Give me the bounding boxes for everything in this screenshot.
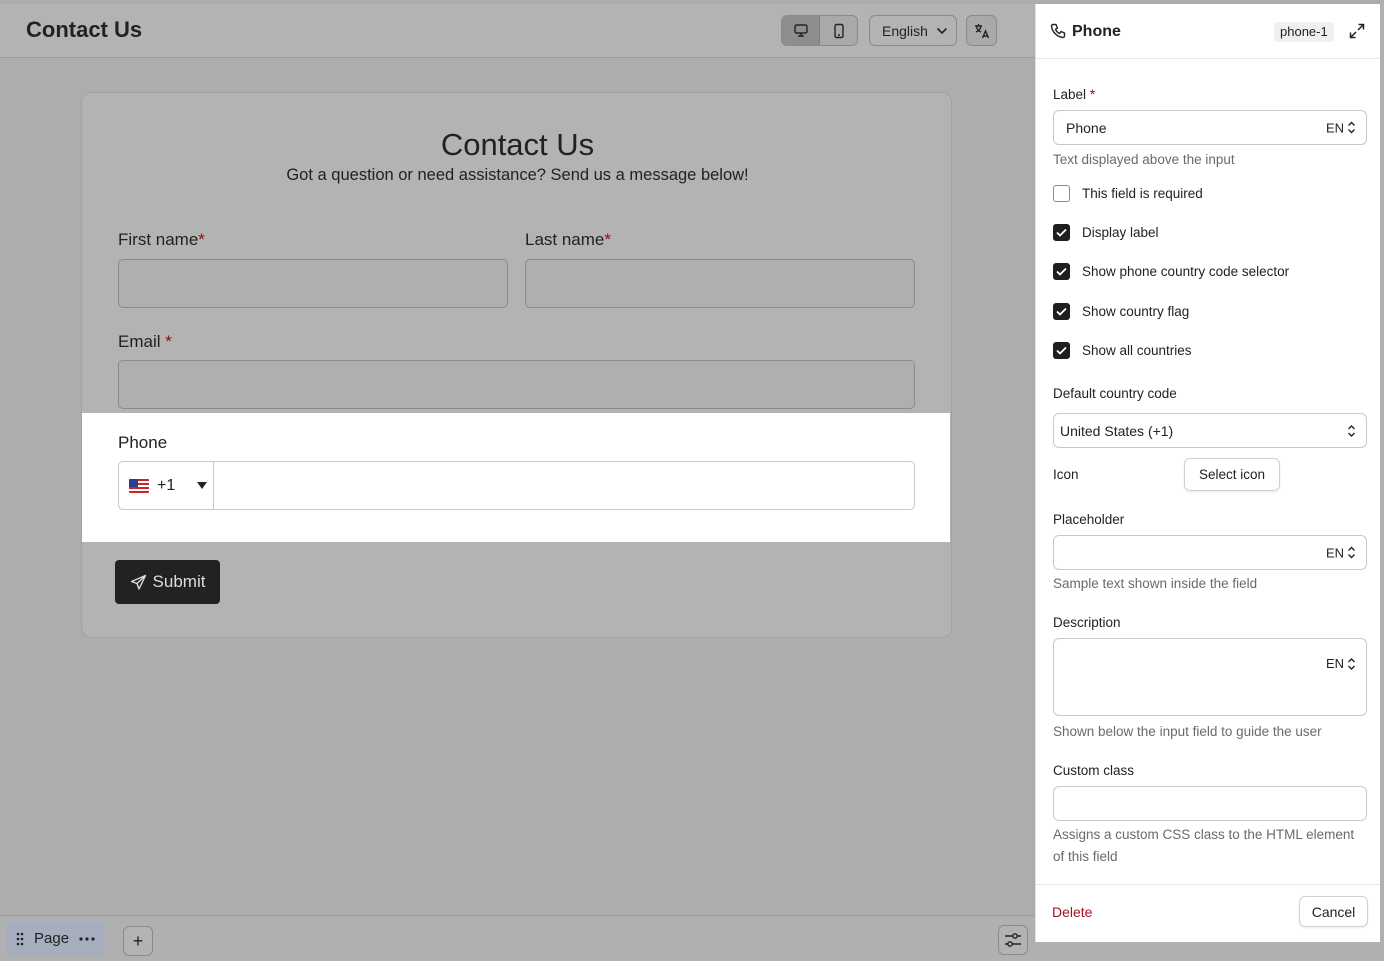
- form-title: Contact Us: [440, 127, 595, 162]
- select-arrows: [1347, 424, 1356, 438]
- sliders-icon: [1005, 933, 1021, 947]
- checkbox-all-countries[interactable]: [1053, 342, 1070, 359]
- custom-class-help-text: Assigns a custom CSS class to the HTML e…: [1053, 827, 1355, 864]
- chevron-down-icon: [936, 27, 947, 34]
- phone-input-group: +1: [118, 461, 915, 510]
- checkbox-country-code-label: Show phone country code selector: [1082, 264, 1290, 279]
- last-name-input[interactable]: [525, 259, 915, 308]
- submit-button-label: Submit: [152, 572, 206, 591]
- email-input[interactable]: [118, 360, 915, 409]
- description-help-text: Shown below the input field to guide the…: [1053, 724, 1322, 739]
- form-preview-card: Contact Us Got a question or need assist…: [81, 92, 952, 638]
- page-title: Contact Us: [26, 17, 143, 42]
- label-help-text: Text displayed above the input: [1053, 152, 1235, 167]
- language-select-value: English: [882, 22, 928, 39]
- plus-icon: +: [132, 930, 144, 951]
- editor-bottombar: Page +: [0, 915, 1035, 961]
- label-field-title: Label *: [1053, 87, 1096, 102]
- editor-canvas: Contact Us English Contact Us Got a ques…: [0, 0, 1035, 961]
- desktop-view-button[interactable]: [782, 16, 820, 45]
- panel-footer: Delete Cancel: [1036, 884, 1381, 942]
- checkbox-required-row[interactable]: This field is required: [1053, 185, 1203, 202]
- us-flag-icon: [129, 478, 149, 493]
- phone-icon: [1050, 23, 1066, 39]
- placeholder-input[interactable]: EN: [1053, 535, 1367, 570]
- phone-label: Phone: [118, 433, 168, 452]
- chevron-updown-icon: [1348, 657, 1355, 670]
- description-language-switch[interactable]: EN: [1326, 656, 1356, 671]
- caret-down-icon: [197, 482, 208, 489]
- window-right-edge: [1380, 0, 1384, 961]
- translate-button[interactable]: [966, 15, 997, 46]
- description-title: Description: [1053, 615, 1121, 630]
- checkbox-country-code-row[interactable]: Show phone country code selector: [1053, 263, 1289, 280]
- page-chip[interactable]: Page: [6, 922, 105, 955]
- label-input[interactable]: Phone EN: [1053, 110, 1367, 145]
- check-icon: [1056, 228, 1067, 237]
- country-code-value: +1: [157, 476, 176, 494]
- chevron-updown-icon: [1348, 424, 1355, 437]
- panel-header: Phone phone-1: [1036, 4, 1381, 59]
- check-icon: [1056, 346, 1067, 355]
- placeholder-language-switch[interactable]: EN: [1326, 545, 1356, 560]
- checkbox-country-flag[interactable]: [1053, 303, 1070, 320]
- label-input-value: Phone: [1066, 119, 1107, 136]
- default-country-title: Default country code: [1053, 386, 1177, 401]
- checkbox-country-flag-row[interactable]: Show country flag: [1053, 303, 1189, 320]
- checkbox-display-label-label: Display label: [1082, 225, 1159, 240]
- default-country-select[interactable]: United States (+1): [1053, 413, 1367, 448]
- language-select[interactable]: English: [869, 15, 957, 46]
- translate-icon: [974, 23, 989, 38]
- submit-button[interactable]: Submit: [115, 560, 220, 604]
- device-toggle: [781, 15, 858, 46]
- field-id-badge: phone-1: [1274, 22, 1334, 42]
- check-icon: [1056, 307, 1067, 316]
- default-country-value: United States (+1): [1060, 422, 1174, 439]
- phone-number-input[interactable]: [214, 462, 914, 509]
- chevron-updown-icon: [1348, 546, 1355, 559]
- checkbox-country-flag-label: Show country flag: [1082, 304, 1190, 319]
- checkbox-country-code-selector[interactable]: [1053, 263, 1070, 280]
- mobile-icon: [833, 23, 844, 38]
- select-icon-button[interactable]: Select icon: [1184, 458, 1280, 491]
- mobile-view-button[interactable]: [820, 16, 857, 45]
- first-name-input[interactable]: [118, 259, 508, 308]
- first-name-label: First name*: [118, 230, 205, 249]
- add-page-button[interactable]: +: [123, 926, 153, 956]
- checkbox-all-countries-label: Show all countries: [1082, 343, 1192, 358]
- checkbox-display-label-row[interactable]: Display label: [1053, 224, 1159, 241]
- field-settings-panel: Phone phone-1 Label * Phone EN Text disp…: [1035, 4, 1381, 942]
- panel-title: Phone: [1072, 23, 1121, 40]
- phone-field-block-selected[interactable]: Phone +1: [82, 413, 950, 542]
- delete-button[interactable]: Delete: [1052, 904, 1092, 920]
- more-options-icon[interactable]: [79, 936, 95, 941]
- cancel-button[interactable]: Cancel: [1299, 896, 1368, 927]
- send-icon: [130, 574, 146, 590]
- label-language-switch[interactable]: EN: [1326, 120, 1356, 135]
- icon-title: Icon: [1053, 467, 1079, 482]
- form-subtitle: Got a question or need assistance? Send …: [286, 166, 749, 184]
- custom-class-input[interactable]: [1053, 786, 1367, 821]
- desktop-icon: [793, 23, 808, 37]
- checkbox-required-label: This field is required: [1082, 186, 1203, 201]
- page-chip-label: Page: [34, 930, 70, 947]
- checkbox-display-label[interactable]: [1053, 224, 1070, 241]
- description-textarea[interactable]: EN: [1053, 638, 1367, 716]
- email-label: Email *: [118, 332, 172, 351]
- placeholder-help-text: Sample text shown inside the field: [1053, 576, 1258, 591]
- expand-icon[interactable]: [1348, 22, 1366, 40]
- settings-button[interactable]: [998, 925, 1028, 955]
- drag-handle-icon: [16, 932, 24, 945]
- checkbox-all-countries-row[interactable]: Show all countries: [1053, 342, 1192, 359]
- placeholder-title: Placeholder: [1053, 512, 1125, 527]
- country-code-selector[interactable]: +1: [119, 462, 214, 509]
- last-name-label: Last name*: [525, 230, 612, 249]
- check-icon: [1056, 267, 1067, 276]
- chevron-updown-icon: [1348, 121, 1355, 134]
- editor-topbar: Contact Us English: [0, 4, 1035, 58]
- checkbox-required[interactable]: [1053, 185, 1070, 202]
- custom-class-title: Custom class: [1053, 763, 1135, 778]
